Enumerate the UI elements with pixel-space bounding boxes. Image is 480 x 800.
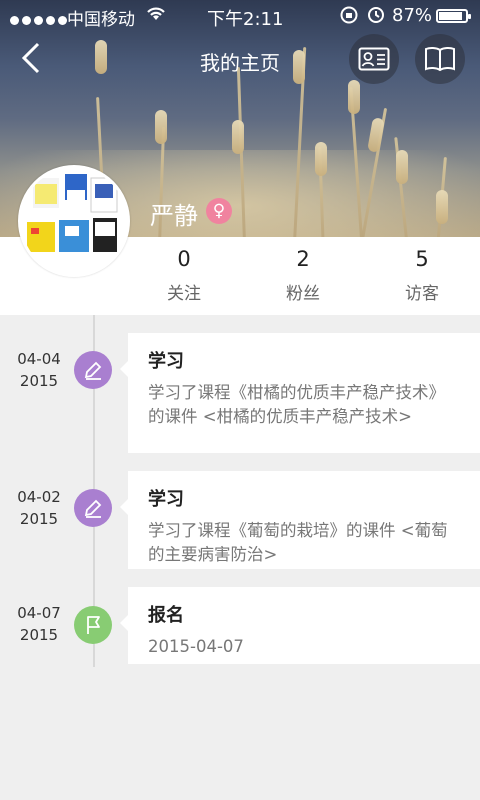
stat-visitors[interactable]: 5 访客 <box>372 247 472 304</box>
stat-label: 关注 <box>167 284 201 304</box>
timeline-body: 学习了课程《柑橘的优质丰产稳产技术》的课件 <柑橘的优质丰产稳产技术> <box>148 383 445 426</box>
flag-icon <box>74 606 112 644</box>
rotation-lock-icon <box>339 5 359 30</box>
profile-card-button[interactable] <box>349 34 399 84</box>
timeline-card[interactable]: 学习 学习了课程《葡萄的栽培》的课件 <葡萄的主要病害防治> <box>120 471 480 569</box>
stat-value: 2 <box>296 247 310 271</box>
stat-followers[interactable]: 2 粉丝 <box>253 247 353 304</box>
alarm-icon <box>366 4 386 29</box>
timeline-title: 学习 <box>148 489 184 510</box>
id-card-icon <box>358 47 390 71</box>
clock: 下午2:11 <box>207 9 284 30</box>
timeline-card[interactable]: 报名 2015-04-07 <box>120 587 480 664</box>
stat-label: 粉丝 <box>286 284 320 304</box>
timeline-card[interactable]: 学习 学习了课程《柑橘的优质丰产稳产技术》的课件 <柑橘的优质丰产稳产技术> <box>120 333 480 453</box>
stat-value: 5 <box>415 247 429 271</box>
stat-label: 访客 <box>405 284 439 304</box>
timeline-title: 报名 <box>148 605 184 626</box>
timeline-body: 2015-04-07 <box>148 637 244 656</box>
timeline-date: 04-04 2015 <box>17 350 61 390</box>
book-icon <box>425 46 455 72</box>
user-name: 严静 <box>150 202 198 230</box>
page-title: 我的主页 <box>200 51 280 75</box>
timeline-date: 04-07 2015 <box>17 604 61 644</box>
timeline-body: 学习了课程《葡萄的栽培》的课件 <葡萄的主要病害防治> <box>148 521 448 564</box>
signal-icon <box>10 10 70 30</box>
avatar[interactable] <box>18 165 130 277</box>
carrier-label: 中国移动 <box>67 10 135 30</box>
wifi-icon <box>145 4 167 27</box>
avatar-image <box>21 168 127 274</box>
status-bar: 中国移动 下午2:11 87% <box>0 0 480 32</box>
stat-following[interactable]: 0 关注 <box>134 247 234 304</box>
pencil-icon <box>74 351 112 389</box>
timeline-title: 学习 <box>148 351 184 372</box>
pencil-icon <box>74 489 112 527</box>
stat-value: 0 <box>177 247 191 271</box>
battery-percent: 87% <box>392 5 433 26</box>
book-button[interactable] <box>415 34 465 84</box>
battery-icon <box>436 9 471 23</box>
timeline-date: 04-02 2015 <box>17 488 61 528</box>
female-icon: ♀ <box>206 198 232 224</box>
